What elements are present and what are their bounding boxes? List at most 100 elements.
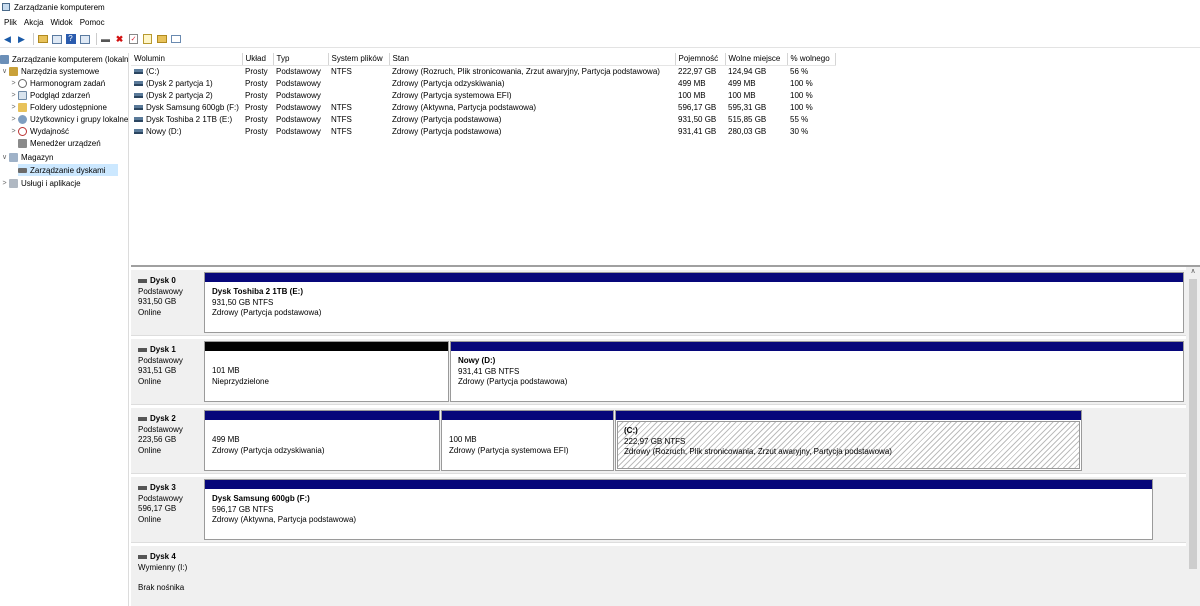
chevron-right-icon[interactable]: > — [9, 92, 18, 99]
menu-file[interactable]: Plik — [4, 18, 17, 27]
cell-layout: Prosty — [245, 114, 268, 124]
tree-item-disk-management[interactable]: Zarządzanie dyskami — [18, 164, 118, 176]
disk-info[interactable]: Dysk 1 Podstawowy 931,51 GB Online — [131, 339, 203, 404]
cell-percent-free: 100 % — [790, 90, 813, 100]
partition-title: Dysk Samsung 600gb (F:) — [212, 494, 310, 503]
forward-arrow-icon[interactable]: ▶ — [16, 34, 27, 45]
column-header-filesystem[interactable]: System plików — [328, 53, 390, 66]
disk-size: 931,51 GB — [138, 366, 177, 375]
partition-block[interactable]: 499 MB Zdrowy (Partycja odzyskiwania) — [204, 410, 440, 471]
menu-action[interactable]: Akcja — [24, 18, 44, 27]
tree-item-device-manager[interactable]: Menedżer urządzeń — [18, 137, 101, 149]
partition-title: Nowy (D:) — [458, 356, 496, 365]
partition-block[interactable]: 100 MB Zdrowy (Partycja systemowa EFI) — [441, 410, 614, 471]
cell-filesystem — [328, 89, 389, 101]
menu-help[interactable]: Pomoc — [80, 18, 105, 27]
cell-volume: (Dysk 2 partycja 1) — [131, 77, 242, 89]
tree-item-shared-folders[interactable]: > Foldery udostępnione — [9, 101, 107, 113]
cell-capacity: 499 MB — [678, 78, 706, 88]
disk-row: Dysk 4 Wymienny (I:) Brak nośnika — [131, 546, 1186, 606]
table-row[interactable]: Nowy (D:) Prosty Podstawowy NTFS Zdrowy … — [131, 125, 835, 137]
cell-type: Podstawowy — [276, 102, 321, 112]
menu-view[interactable]: Widok — [50, 18, 72, 27]
tree-item-task-scheduler[interactable]: > Harmonogram zadań — [9, 77, 105, 89]
chevron-right-icon[interactable]: > — [9, 128, 18, 135]
table-row[interactable]: (Dysk 2 partycja 1) Prosty Podstawowy Zd… — [131, 77, 835, 89]
tree-item-system-tools[interactable]: ∨ Narzędzia systemowe — [0, 65, 99, 77]
column-header-layout[interactable]: Układ — [242, 53, 274, 66]
partition-block[interactable]: Dysk Samsung 600gb (F:) 596,17 GB NTFS Z… — [204, 479, 1153, 540]
disk-row: Dysk 1 Podstawowy 931,51 GB Online 101 M… — [131, 339, 1186, 405]
chevron-right-icon[interactable]: > — [9, 80, 18, 87]
disk-info[interactable]: Dysk 2 Podstawowy 223,56 GB Online — [131, 408, 203, 473]
scroll-thumb[interactable] — [1189, 279, 1197, 569]
help-icon[interactable]: ? — [65, 34, 76, 45]
column-header-capacity[interactable]: Pojemność — [675, 53, 726, 66]
scroll-up-icon[interactable]: ∧ — [1186, 267, 1200, 277]
check-icon[interactable]: ✓ — [128, 34, 139, 45]
tree-item-storage[interactable]: ∨ Magazyn — [0, 151, 53, 163]
chevron-right-icon[interactable]: > — [9, 104, 18, 111]
table-row[interactable]: Dysk Samsung 600gb (F:) Prosty Podstawow… — [131, 101, 835, 113]
folder-icon[interactable] — [156, 34, 167, 45]
cell-status: Zdrowy (Aktywna, Partycja podstawowa) — [392, 102, 537, 112]
tree-item-services-apps[interactable]: > Usługi i aplikacje — [0, 177, 81, 189]
disk-type: Wymienny (I:) — [138, 562, 188, 572]
chevron-right-icon[interactable]: > — [9, 116, 18, 123]
chevron-down-icon[interactable]: ∨ — [0, 67, 9, 75]
volume-icon — [134, 69, 143, 75]
column-header-type[interactable]: Typ — [273, 53, 329, 66]
partition-block-unallocated[interactable]: 101 MB Nieprzydzielone — [204, 341, 449, 402]
tools-icon — [9, 66, 18, 76]
delete-icon[interactable]: ✖ — [114, 34, 125, 45]
vertical-scrollbar[interactable]: ∧ — [1186, 267, 1200, 606]
column-header-status[interactable]: Stan — [389, 53, 676, 66]
disk-info[interactable]: Dysk 4 Wymienny (I:) Brak nośnika — [131, 546, 203, 606]
disk-info[interactable]: Dysk 3 Podstawowy 596,17 GB Online — [131, 477, 203, 542]
event-viewer-icon — [18, 90, 27, 100]
partition-size: 222,97 GB NTFS — [624, 436, 686, 446]
toolbar-separator — [33, 33, 34, 45]
tree-label: Użytkownicy i grupy lokalne — [30, 114, 129, 124]
partition-status: Zdrowy (Partycja systemowa EFI) — [449, 445, 569, 455]
disk-info[interactable]: Dysk 0 Podstawowy 931,50 GB Online — [131, 270, 203, 335]
properties-icon[interactable] — [51, 34, 62, 45]
show-pane-icon[interactable] — [79, 34, 90, 45]
volume-icon — [134, 80, 143, 86]
cell-filesystem: NTFS — [331, 102, 352, 112]
tree-label: Wydajność — [30, 126, 70, 136]
tree-item-computer-management[interactable]: Zarządzanie komputerem (lokalne) — [0, 53, 128, 65]
partition-block-selected[interactable]: (C:) 222,97 GB NTFS Zdrowy (Rozruch, Pli… — [615, 410, 1082, 471]
partition-body: (C:) 222,97 GB NTFS Zdrowy (Rozruch, Pli… — [617, 421, 1080, 469]
chevron-down-icon[interactable]: ∨ — [0, 153, 9, 161]
chevron-right-icon[interactable]: > — [0, 180, 9, 187]
tree-item-event-viewer[interactable]: > Podgląd zdarzeń — [9, 89, 90, 101]
disk-status: Online — [138, 514, 162, 524]
connect-icon[interactable]: ▬ — [100, 34, 111, 45]
partition-size: 499 MB — [212, 435, 240, 444]
cell-capacity: 596,17 GB — [678, 102, 717, 112]
partition-title: (C:) — [624, 426, 638, 435]
up-folder-icon[interactable] — [37, 34, 48, 45]
partition-block[interactable]: Nowy (D:) 931,41 GB NTFS Zdrowy (Partycj… — [450, 341, 1184, 402]
tree-item-performance[interactable]: > Wydajność — [9, 125, 69, 137]
column-header-percent-free[interactable]: % wolnego — [787, 53, 836, 66]
disk-status: Online — [138, 445, 162, 455]
view-icon[interactable] — [170, 34, 181, 45]
partition-status: Nieprzydzielone — [212, 376, 269, 386]
disk-status: Online — [138, 307, 162, 317]
device-manager-icon — [18, 138, 27, 148]
partition-type-bar — [451, 342, 1183, 351]
tree-item-local-users[interactable]: > Użytkownicy i grupy lokalne — [9, 113, 128, 125]
back-arrow-icon[interactable]: ◀ — [2, 34, 13, 45]
new-icon[interactable] — [142, 34, 153, 45]
table-row[interactable]: (C:) Prosty Podstawowy NTFS Zdrowy (Rozr… — [131, 65, 835, 77]
table-row[interactable]: Dysk Toshiba 2 1TB (E:) Prosty Podstawow… — [131, 113, 835, 125]
table-row[interactable]: (Dysk 2 partycja 2) Prosty Podstawowy Zd… — [131, 89, 835, 101]
column-header-free-space[interactable]: Wolne miejsce — [725, 53, 788, 66]
cell-capacity: 222,97 GB — [678, 66, 717, 76]
cell-filesystem: NTFS — [331, 66, 352, 76]
column-header-volume[interactable]: Wolumin — [131, 53, 243, 66]
cell-percent-free: 100 % — [790, 78, 813, 88]
partition-block[interactable]: Dysk Toshiba 2 1TB (E:) 931,50 GB NTFS Z… — [204, 272, 1184, 333]
